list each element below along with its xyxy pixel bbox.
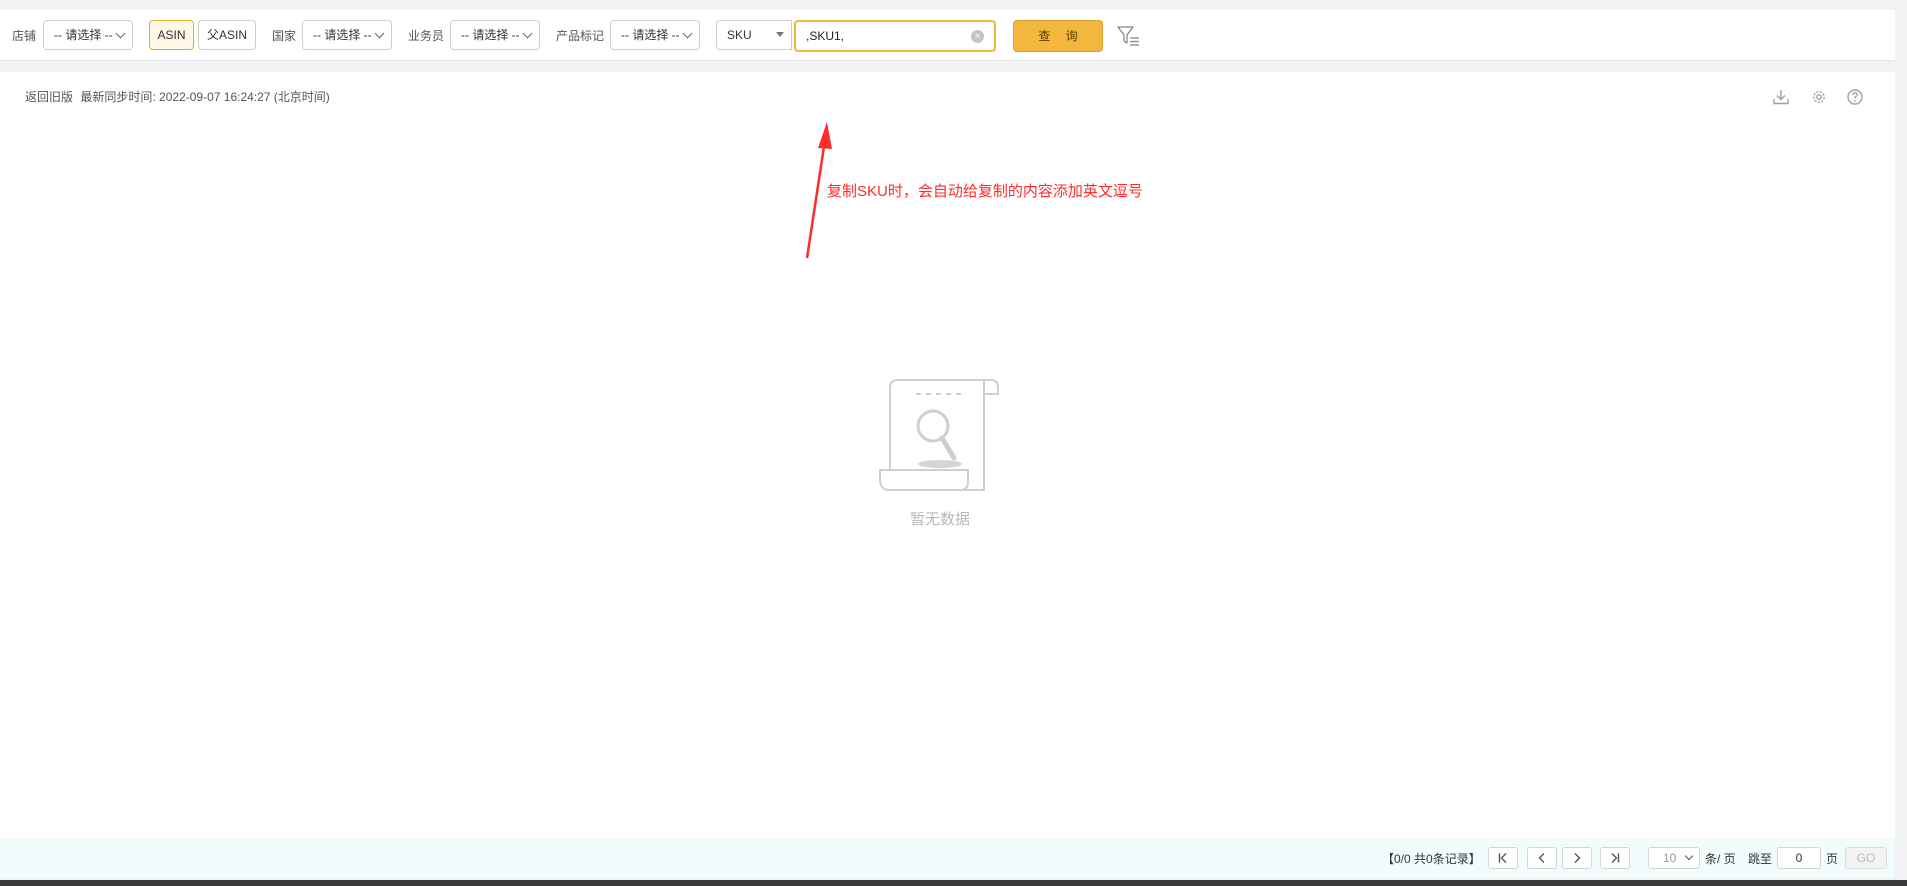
- caret-down-icon: [776, 32, 784, 37]
- query-button[interactable]: 查 询: [1013, 20, 1103, 52]
- gear-icon[interactable]: [1810, 88, 1828, 106]
- chevron-down-icon: [682, 28, 693, 39]
- store-label-wrap: 店铺: [12, 10, 36, 60]
- next-page-button[interactable]: [1562, 847, 1592, 869]
- country-select-value: -- 请选择 --: [313, 28, 372, 42]
- chevron-left-icon: [1538, 853, 1545, 863]
- last-page-icon: [1611, 853, 1620, 863]
- filter-bar: 店铺 -- 请选择 -- ASIN 父ASIN 国家 -- 请选择 -- 业务员…: [0, 10, 1895, 61]
- search-type-select[interactable]: SKU: [716, 20, 792, 50]
- salesperson-select[interactable]: -- 请选择 --: [450, 20, 540, 50]
- page-unit-label: 页: [1826, 852, 1839, 866]
- product-tag-select[interactable]: -- 请选择 --: [610, 20, 700, 50]
- search-type-value: SKU: [727, 28, 752, 42]
- product-tag-select-value: -- 请选择 --: [621, 28, 680, 42]
- sync-info: 返回旧版 最新同步时间: 2022-09-07 16:24:27 (北京时间): [25, 88, 330, 105]
- store-select-value: -- 请选择 --: [54, 28, 113, 42]
- back-to-old-version-link[interactable]: 返回旧版: [25, 90, 73, 104]
- salesperson-label-wrap: 业务员: [408, 10, 444, 60]
- prev-page-button[interactable]: [1527, 847, 1557, 869]
- download-icon[interactable]: [1772, 88, 1790, 106]
- window-bottom-edge: [0, 880, 1907, 886]
- chevron-down-icon: [374, 28, 385, 39]
- parent-asin-toggle-button[interactable]: 父ASIN: [198, 20, 256, 50]
- jump-page-input[interactable]: 0: [1777, 847, 1821, 869]
- annotation-text: 复制SKU时，会自动给复制的内容添加英文逗号: [827, 183, 1143, 200]
- help-icon[interactable]: [1846, 88, 1864, 106]
- clear-icon[interactable]: ×: [971, 30, 984, 43]
- chevron-down-icon: [1684, 851, 1694, 861]
- asin-toggle-button[interactable]: ASIN: [149, 20, 194, 50]
- first-page-icon: [1498, 853, 1507, 863]
- page-size-value: 10: [1663, 851, 1677, 865]
- page-size-select[interactable]: 10: [1648, 847, 1700, 869]
- store-label: 店铺: [12, 28, 37, 43]
- product-tag-label-wrap: 产品标记: [556, 10, 604, 60]
- jump-label: 跳至: [1748, 852, 1773, 866]
- chevron-right-icon: [1574, 853, 1581, 863]
- sku-search-input[interactable]: [806, 22, 966, 50]
- main-panel: 返回旧版 最新同步时间: 2022-09-07 16:24:27 (北京时间) …: [0, 72, 1895, 838]
- chevron-down-icon: [115, 28, 126, 39]
- product-tag-label: 产品标记: [556, 28, 605, 43]
- last-page-button[interactable]: [1600, 847, 1630, 869]
- salesperson-label: 业务员: [408, 28, 445, 43]
- empty-data-icon: [879, 379, 999, 491]
- pagination-bar: 【0/0 共0条记录】 10 条/ 页 跳至 0 页 GO: [0, 838, 1895, 878]
- first-page-button[interactable]: [1488, 847, 1518, 869]
- sku-search-box[interactable]: ×: [794, 20, 996, 52]
- store-select[interactable]: -- 请选择 --: [43, 20, 133, 50]
- chevron-down-icon: [522, 28, 533, 39]
- country-label-wrap: 国家: [272, 10, 296, 60]
- per-page-label: 条/ 页: [1705, 852, 1736, 866]
- sync-label: 最新同步时间:: [80, 90, 156, 104]
- country-label: 国家: [272, 28, 297, 43]
- country-select[interactable]: -- 请选择 --: [302, 20, 392, 50]
- go-button[interactable]: GO: [1845, 847, 1887, 869]
- empty-state-text: 暂无数据: [909, 511, 970, 528]
- record-count: 【0/0 共0条记录】: [1382, 852, 1481, 866]
- filter-icon[interactable]: [1117, 25, 1141, 47]
- sync-time: 2022-09-07 16:24:27 (北京时间): [159, 90, 330, 104]
- salesperson-select-value: -- 请选择 --: [461, 28, 520, 42]
